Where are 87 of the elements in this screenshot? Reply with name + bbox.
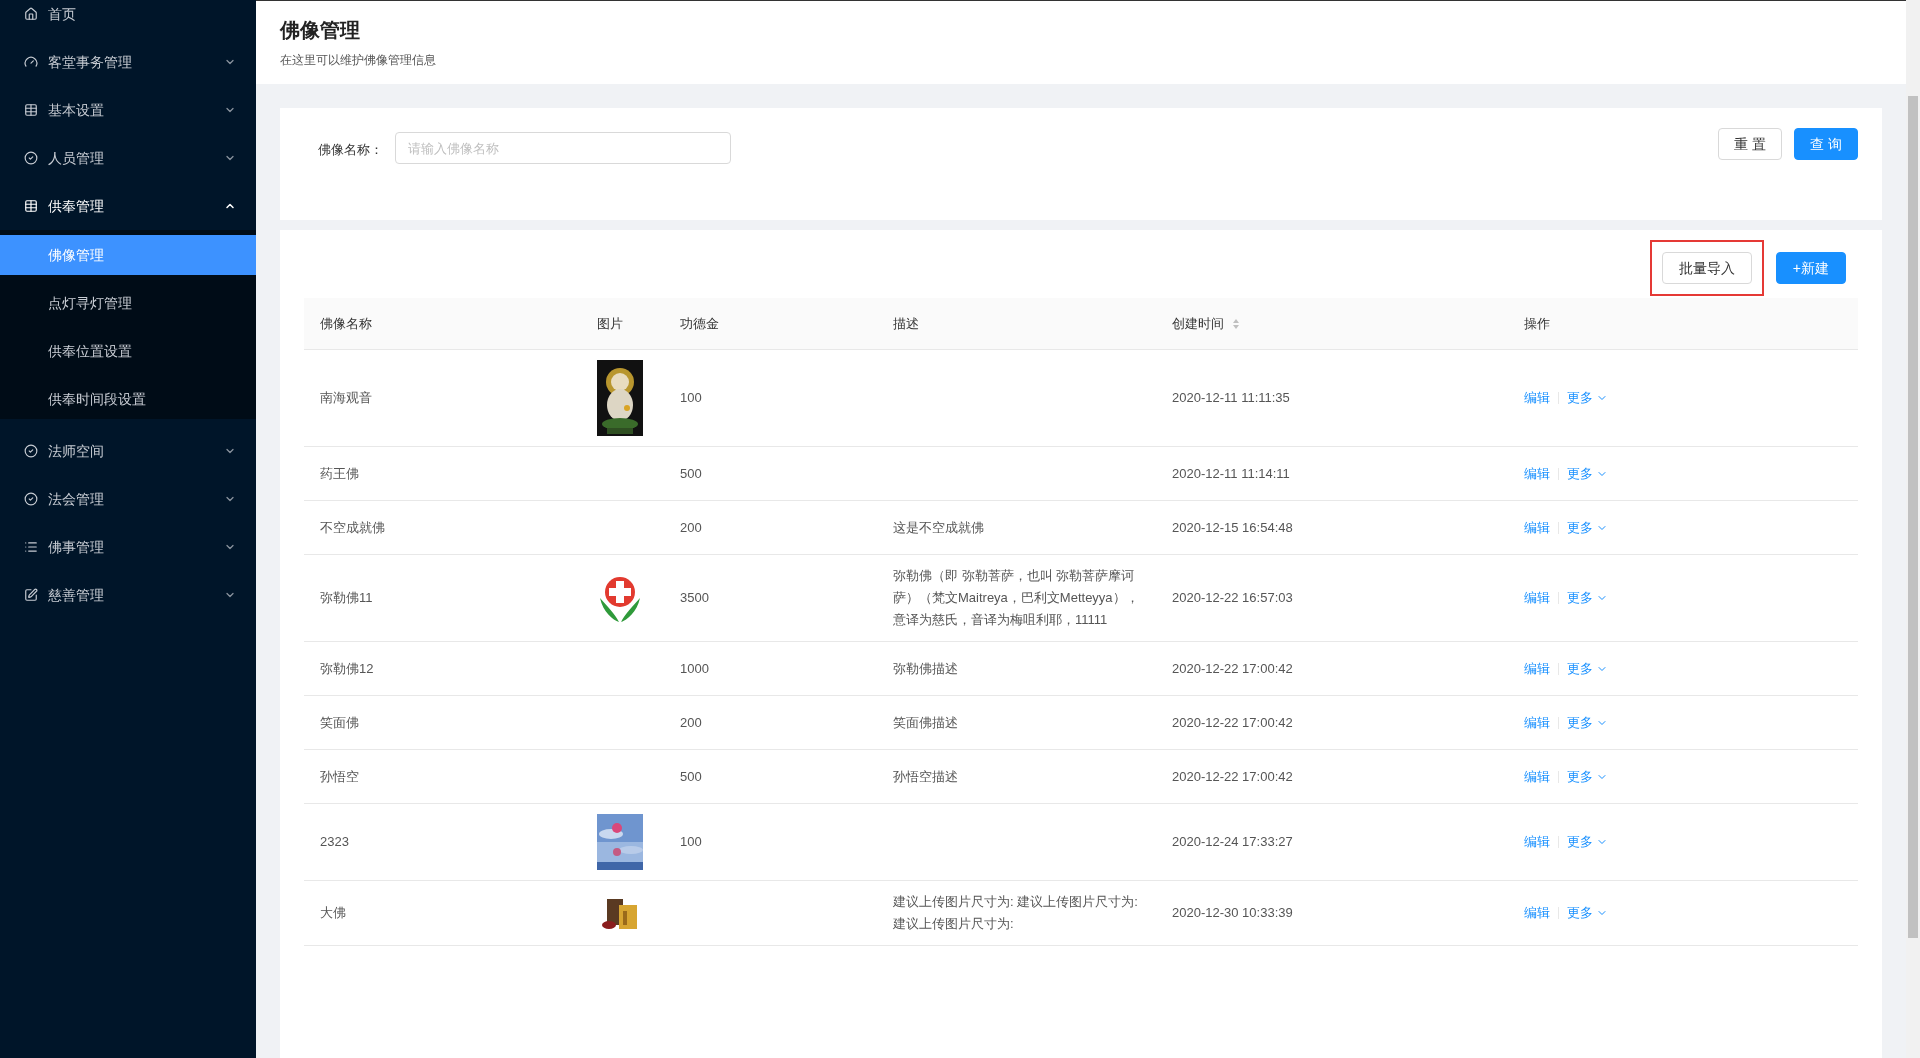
grid-icon	[24, 103, 38, 117]
table-cell: 2020-12-11 11:14:11	[1172, 465, 1290, 481]
table-cell-text: 这是不空成就佛	[893, 518, 985, 537]
edit-icon	[24, 588, 38, 602]
home-icon	[24, 7, 38, 21]
edit-link[interactable]: 编辑	[1524, 903, 1550, 923]
edit-link[interactable]: 编辑	[1524, 517, 1550, 538]
sidebar-item[interactable]: 佛事管理	[0, 523, 256, 571]
table-cell: 100	[680, 834, 702, 850]
edit-link[interactable]: 编辑	[1524, 658, 1550, 679]
column-header: 图片	[597, 314, 623, 333]
table-cell: 笑面佛	[320, 714, 359, 730]
column-header: 操作	[1524, 314, 1550, 333]
page-subtitle: 在这里可以维护佛像管理信息	[280, 52, 437, 69]
table-cell: 2323	[320, 834, 349, 850]
sidebar-item[interactable]: 供奉管理	[0, 182, 256, 230]
more-link[interactable]: 更多	[1567, 388, 1593, 408]
more-link[interactable]: 更多	[1567, 517, 1593, 538]
edit-link[interactable]: 编辑	[1524, 388, 1550, 408]
table-cell: 弥勒佛11	[320, 590, 373, 606]
table-cell: 药王佛	[320, 465, 359, 481]
table-cell: 大佛	[320, 905, 346, 921]
table-cell-text: 弥勒佛描述	[893, 659, 959, 678]
table-cell: 弥勒佛12	[320, 660, 374, 676]
submenu-item[interactable]: 供奉时间段设置	[0, 379, 256, 419]
table-cell: 2020-12-24 17:33:27	[1172, 834, 1293, 850]
button[interactable]: 重 置	[1718, 128, 1783, 160]
sidebar-item[interactable]: 基本设置	[0, 86, 256, 134]
edit-link[interactable]: 编辑	[1524, 766, 1550, 787]
more-link[interactable]: 更多	[1567, 832, 1593, 852]
column-header: 佛像名称	[320, 314, 372, 333]
table-cell: 2020-12-22 17:00:42	[1172, 714, 1293, 730]
sort-icon[interactable]	[1232, 317, 1240, 330]
submenu-item[interactable]: 供奉位置设置	[0, 331, 256, 371]
table-cell: 3500	[680, 590, 709, 606]
column-header: 描述	[893, 314, 919, 333]
table-cell: 2020-12-22 16:57:03	[1172, 590, 1293, 606]
submenu-item[interactable]: 点灯寻灯管理	[0, 283, 256, 323]
column-header: 功德金	[680, 314, 719, 333]
button[interactable]: +新建	[1775, 252, 1846, 284]
table-cell: 500	[680, 768, 702, 784]
table-cell-text: 建议上传图片尺寸为: 建议上传图片尺寸为: 建议上传图片尺寸为:	[893, 893, 1139, 933]
table-cell: 不空成就佛	[320, 519, 385, 535]
table-cell-text: 笑面佛描述	[893, 713, 959, 732]
column-header[interactable]: 创建时间	[1172, 313, 1224, 334]
more-link[interactable]: 更多	[1567, 712, 1593, 733]
button[interactable]: 查 询	[1794, 128, 1858, 160]
grid-icon	[24, 199, 38, 213]
table-cell: 2020-12-30 10:33:39	[1172, 905, 1293, 921]
sidebar-item[interactable]: 法师空间	[0, 427, 256, 475]
more-link[interactable]: 更多	[1567, 903, 1593, 923]
more-link[interactable]: 更多	[1567, 658, 1593, 679]
table-cell: 500	[680, 465, 702, 481]
more-link[interactable]: 更多	[1567, 588, 1593, 608]
button[interactable]: 批量导入	[1661, 252, 1752, 284]
edit-link[interactable]: 编辑	[1524, 832, 1550, 852]
table-cell-text: 孙悟空描述	[893, 767, 959, 786]
table-cell: 2020-12-22 17:00:42	[1172, 660, 1293, 676]
more-link[interactable]: 更多	[1567, 766, 1593, 787]
sidebar-item[interactable]: 慈善管理	[0, 571, 256, 619]
table-cell: 100	[680, 390, 702, 406]
field-label: 佛像名称：	[318, 141, 383, 159]
gauge-icon	[24, 55, 38, 69]
sidebar-item[interactable]: 客堂事务管理	[0, 38, 256, 86]
edit-link[interactable]: 编辑	[1524, 712, 1550, 733]
check-circle-icon	[24, 151, 38, 165]
table-cell: 南海观音	[320, 390, 372, 406]
table-cell: 孙悟空	[320, 768, 359, 784]
table-cell: 1000	[680, 660, 709, 676]
submenu-item[interactable]: 佛像管理	[0, 235, 256, 275]
sidebar-item[interactable]: 人员管理	[0, 134, 256, 182]
table-cell: 200	[680, 714, 702, 730]
sidebar-item[interactable]: 法会管理	[0, 475, 256, 523]
check-circle-icon	[24, 444, 38, 458]
table-cell: 2020-12-11 11:11:35	[1172, 390, 1290, 406]
check-circle-icon	[24, 492, 38, 506]
table-cell: 200	[680, 519, 702, 535]
table-cell: 2020-12-15 16:54:48	[1172, 519, 1293, 535]
list-icon	[24, 540, 38, 554]
more-link[interactable]: 更多	[1567, 463, 1593, 484]
table-cell-text: 弥勒佛（即 弥勒菩萨，也叫 弥勒菩萨摩诃萨）（梵文Maitreya，巴利文Metteyya），意译为慈氏，音译为梅咀利耶，11111	[893, 567, 1140, 629]
edit-link[interactable]: 编辑	[1524, 463, 1550, 484]
sidebar-item[interactable]: 首页	[0, 0, 256, 38]
search-field[interactable]: 请输入佛像名称	[395, 132, 731, 164]
page-title: 佛像管理	[280, 18, 361, 43]
table-cell: 2020-12-22 17:00:42	[1172, 768, 1293, 784]
edit-link[interactable]: 编辑	[1524, 588, 1550, 608]
